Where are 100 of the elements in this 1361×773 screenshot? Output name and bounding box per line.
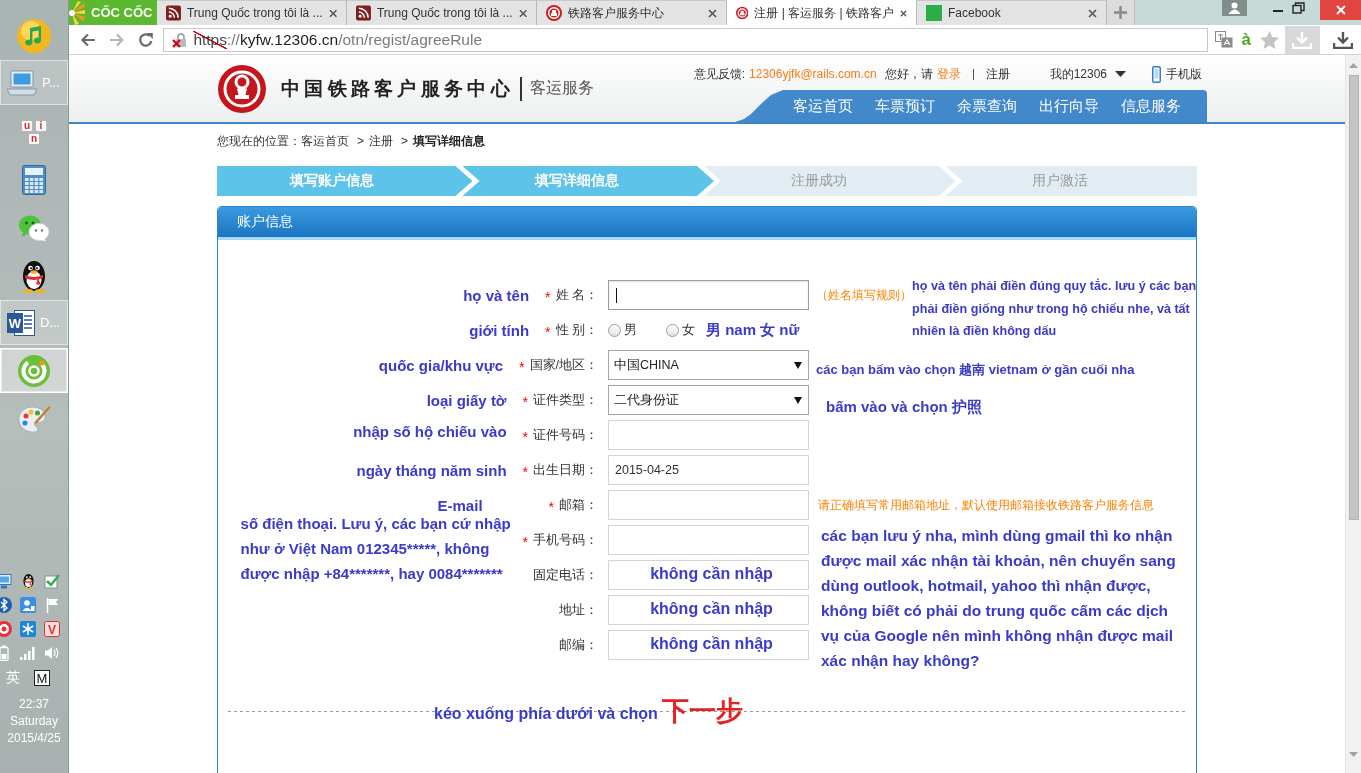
chat-bubbles-icon[interactable] <box>18 214 50 242</box>
annotation-text: loại giấy tờ <box>426 391 507 409</box>
scrollbar[interactable] <box>1345 55 1361 773</box>
field-label: 出生日期： <box>533 461 598 479</box>
close-icon[interactable] <box>1088 8 1097 18</box>
breadcrumb-label: 您现在的位置： <box>217 133 301 150</box>
annotation-text: số điện thoại. Lưu ý, các bạn cứ nhập như ở Việt Nam 012345*****, không được nhập +84*******, hay 0084******* <box>240 514 512 584</box>
close-window-button[interactable] <box>1320 0 1361 20</box>
calculator-icon[interactable] <box>22 165 46 195</box>
breadcrumb-link[interactable]: 填写详细信息 <box>413 131 486 151</box>
letter-tile-icon[interactable]: V <box>44 621 60 637</box>
close-icon[interactable] <box>328 8 337 18</box>
flag-icon[interactable] <box>45 597 59 613</box>
required-mark: * <box>545 324 551 340</box>
scroll-down-arrow-icon[interactable] <box>1349 752 1358 757</box>
speaker-icon[interactable] <box>44 645 60 661</box>
annotation-text: nhập số hộ chiếu vào <box>353 422 507 440</box>
input-field[interactable]: 2015-04-25 <box>608 455 809 485</box>
reload-icon[interactable] <box>137 31 154 48</box>
contact-card-icon[interactable] <box>20 597 36 613</box>
register-link[interactable]: 注册 <box>985 65 1010 83</box>
maximize-icon[interactable] <box>1292 2 1305 14</box>
music-note-icon[interactable] <box>17 19 51 53</box>
annotation-text: họ và tên phải điền đúng quy tắc. lưu ý các bạn phải điền giống như trong hộ chiếu nhe, và tất nhiên là điền không dấu <box>912 277 1198 340</box>
user-icon[interactable] <box>1222 0 1247 16</box>
new-tab-button[interactable] <box>1107 0 1135 25</box>
field-label: 固定电话： <box>533 566 598 584</box>
phone-icon <box>1152 65 1161 83</box>
translate-icon[interactable] <box>1214 31 1233 48</box>
radio-button[interactable] <box>666 323 679 337</box>
browser-tab[interactable]: Trung Quốc trong tôi là ... <box>157 0 347 25</box>
close-icon[interactable] <box>518 8 527 18</box>
input-field[interactable] <box>608 525 809 555</box>
radio-button[interactable] <box>608 323 621 337</box>
browser-tab[interactable]: Trung Quốc trong tôi là ... <box>347 0 537 25</box>
spiral-logo-icon <box>17 353 51 388</box>
progress-step: 用户激活 <box>945 166 1197 196</box>
target-icon[interactable] <box>0 621 12 637</box>
nav-link[interactable]: 信息服务 <box>1121 96 1181 116</box>
scroll-up-arrow-icon[interactable] <box>1349 63 1358 68</box>
breadcrumb-link[interactable]: 注册 <box>369 131 393 151</box>
battery-icon[interactable] <box>0 645 9 661</box>
annotation-text: 男 nam 女 nữ <box>706 320 800 340</box>
star-icon[interactable] <box>1260 30 1279 49</box>
radio-label: 女 <box>682 321 695 339</box>
tick-icon[interactable] <box>44 573 60 589</box>
input-field[interactable]: không cần nhập <box>608 630 809 660</box>
penguin-icon[interactable] <box>21 573 35 589</box>
browser-tab[interactable]: 注册 | 客运服务 | 铁路客户 <box>727 0 917 25</box>
site-title: 中国铁路客户服务中心 <box>281 76 514 101</box>
taskbar-button[interactable] <box>0 348 68 393</box>
greeting-text: 您好，请 <box>884 65 933 83</box>
annotation-text: kéo xuống phía dưới và chọn <box>434 705 658 723</box>
account-menu[interactable]: 我的12306 <box>1049 65 1126 83</box>
close-icon[interactable] <box>900 8 907 18</box>
next-step-annotation: 下一步 <box>661 695 743 728</box>
close-icon <box>1335 5 1346 15</box>
browser-tab[interactable]: 铁路客户服务中心 <box>537 0 727 25</box>
signal-icon[interactable] <box>20 646 36 660</box>
panel-header: 账户信息 <box>218 207 1196 240</box>
nav-link[interactable]: 出行向导 <box>1039 96 1099 116</box>
input-mode-indicator[interactable]: M <box>34 670 50 686</box>
taskbar-button[interactable]: W D... <box>0 300 68 345</box>
progress-step: 填写账户信息 <box>217 166 473 196</box>
penguin-icon[interactable] <box>20 259 48 293</box>
palette-icon[interactable] <box>17 404 51 436</box>
progress-step: 填写详细信息 <box>462 166 714 196</box>
dropdown-field[interactable]: 二代身份证 <box>608 385 809 415</box>
nav-link[interactable]: 余票查询 <box>957 96 1017 116</box>
close-icon[interactable] <box>708 8 717 18</box>
browser-tab[interactable]: Facebook <box>917 0 1107 25</box>
mobile-link[interactable]: 手机版 <box>1152 65 1202 83</box>
annotation-text: không cần nhập <box>649 565 774 583</box>
input-field[interactable] <box>608 280 809 310</box>
annotation-text: E-mail <box>437 496 483 514</box>
logo-icon <box>736 5 749 21</box>
bluetooth-icon[interactable] <box>0 597 12 613</box>
input-field[interactable] <box>608 420 809 450</box>
input-field[interactable] <box>608 490 809 520</box>
forward-arrow-icon[interactable] <box>108 31 125 48</box>
logo-icon[interactable] <box>218 64 266 113</box>
annotation-text: quốc gia/khu vực <box>378 356 504 374</box>
annotation-text: bấm vào và chọn 护照 <box>826 397 982 417</box>
monitor-icon[interactable] <box>0 573 12 589</box>
plus-icon <box>1114 6 1127 19</box>
feedback-label: 意见反馈: <box>693 65 746 83</box>
back-arrow-icon[interactable] <box>80 31 96 48</box>
breadcrumb-link[interactable]: 客运首页 <box>301 131 349 151</box>
hint-text: 请正确填写常用邮箱地址，默认使用邮箱接收铁路客户服务信息 <box>818 496 1154 514</box>
nav-link[interactable]: 客运首页 <box>793 96 853 116</box>
scrollbar-thumb[interactable] <box>1348 75 1359 520</box>
input-field[interactable]: không cần nhập <box>608 560 809 590</box>
nav-link[interactable]: 车票预订 <box>875 96 935 116</box>
breadcrumb-separator: > <box>401 133 409 150</box>
input-field[interactable]: không cần nhập <box>608 595 809 625</box>
field-label: 地址： <box>559 601 598 619</box>
site-subtitle: 客运服务 <box>530 78 594 98</box>
dropdown-field[interactable]: 中国CHINA <box>608 350 809 380</box>
snowflake-icon[interactable] <box>20 621 36 637</box>
radio-label: 男 <box>624 321 637 339</box>
